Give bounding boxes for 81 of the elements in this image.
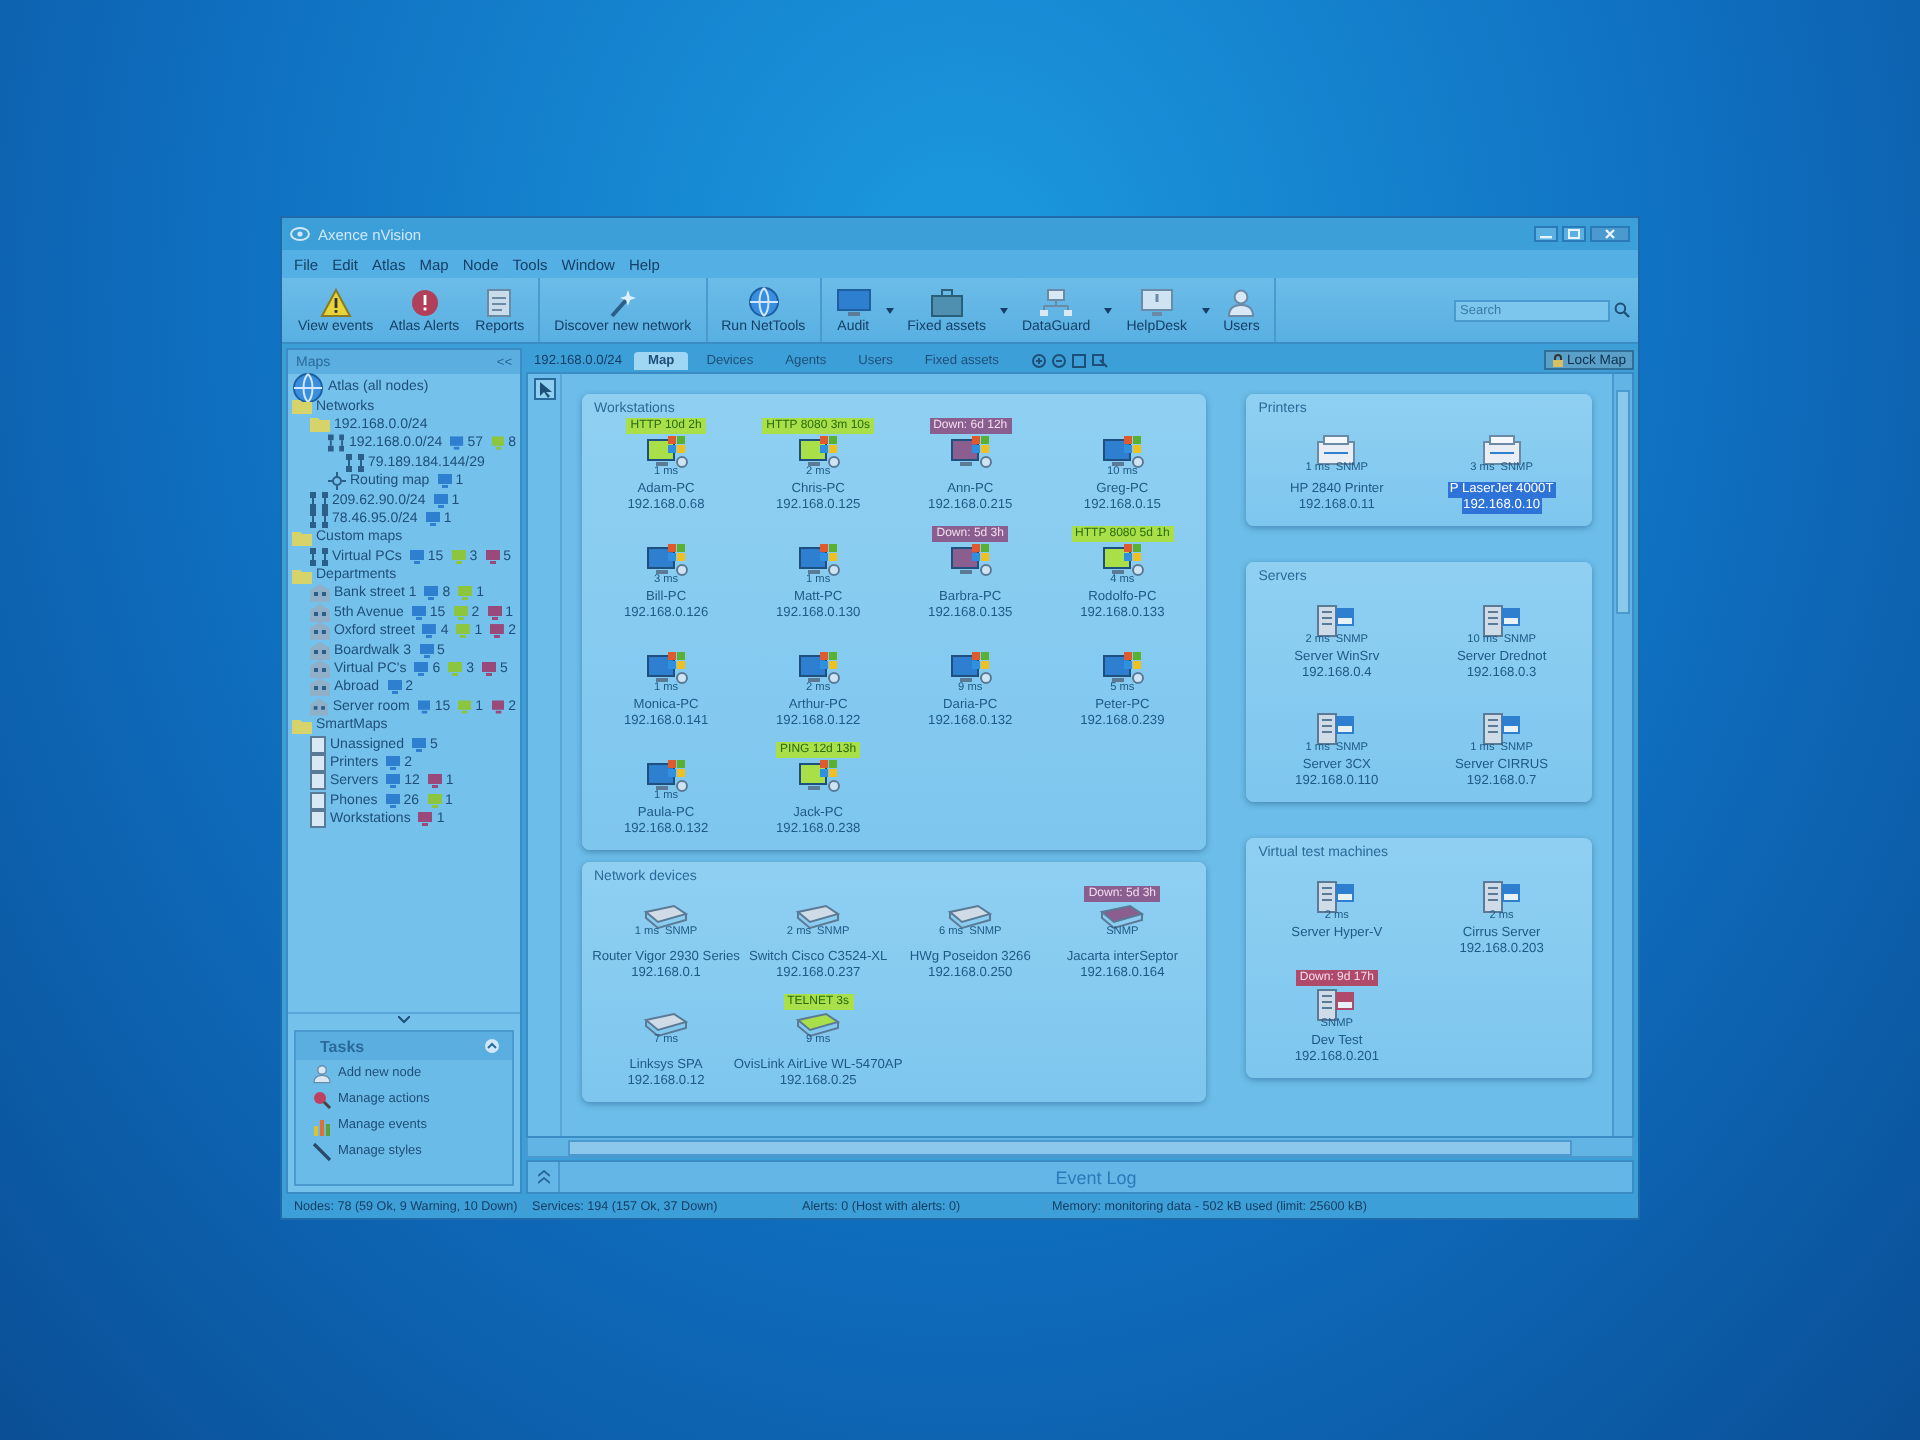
globe-icon	[747, 286, 780, 318]
building-icon	[310, 660, 330, 679]
dropdown-icon[interactable]	[885, 307, 894, 313]
maximize-icon[interactable]	[1562, 226, 1586, 242]
alert-icon	[409, 287, 440, 317]
collapse-icon[interactable]	[484, 1038, 500, 1054]
close-icon[interactable]	[1590, 226, 1630, 242]
server-icon	[1479, 710, 1524, 746]
folder-icon	[292, 567, 312, 584]
routing-icon	[328, 472, 346, 491]
pen-icon	[312, 1141, 332, 1161]
dropdown-icon[interactable]	[1201, 307, 1210, 313]
monitor-icon	[835, 287, 872, 317]
person-icon	[1226, 287, 1257, 317]
cursor-icon	[537, 381, 551, 397]
server-icon	[1314, 986, 1359, 1022]
server-icon	[1314, 710, 1359, 746]
search-icon[interactable]	[1614, 302, 1630, 318]
computer-icon	[794, 650, 843, 686]
computer-icon	[642, 542, 691, 578]
scrollbar-thumb[interactable]	[568, 1139, 1572, 1155]
document-icon	[486, 287, 513, 317]
monitor-icon	[1139, 287, 1174, 317]
computer-icon	[946, 434, 995, 470]
computer-icon	[642, 650, 691, 686]
folder-icon	[292, 529, 312, 546]
zoom-out-icon[interactable]	[1052, 353, 1067, 367]
server-icon	[1314, 602, 1359, 638]
printer-icon	[1314, 434, 1359, 466]
building-icon	[310, 641, 330, 660]
pointer-tool-button[interactable]	[533, 378, 555, 400]
computer-icon	[642, 758, 691, 794]
server-icon	[1479, 878, 1524, 914]
building-icon	[310, 678, 330, 697]
briefcase-icon	[929, 287, 964, 317]
computer-icon	[642, 434, 691, 470]
network-icon	[346, 453, 364, 472]
router-icon	[1098, 902, 1147, 930]
building-icon	[310, 584, 330, 603]
router-icon	[794, 1010, 843, 1038]
network-icon	[310, 509, 328, 528]
server-icon	[1314, 878, 1359, 914]
computer-icon	[794, 542, 843, 578]
magnifier-icon	[312, 1089, 332, 1109]
computer-icon	[946, 542, 995, 578]
computer-icon	[1098, 650, 1147, 686]
fit-icon[interactable]	[1072, 353, 1087, 367]
lock-icon	[1551, 353, 1564, 367]
computer-icon	[946, 650, 995, 686]
layout-icon[interactable]	[1092, 353, 1109, 367]
dropdown-icon[interactable]	[1104, 307, 1113, 313]
building-icon	[310, 622, 330, 641]
scrollbar-thumb[interactable]	[1616, 390, 1630, 614]
computer-icon	[794, 434, 843, 470]
minimize-icon[interactable]	[1534, 226, 1558, 242]
computer-icon	[1098, 434, 1147, 470]
network-icon	[310, 547, 328, 566]
double-chevron-up-icon	[537, 1170, 549, 1184]
zoom-in-icon[interactable]	[1032, 353, 1047, 367]
dropdown-icon[interactable]	[999, 307, 1008, 313]
network-icon	[328, 434, 345, 453]
building-icon	[310, 603, 330, 622]
bar-chart-icon	[312, 1115, 332, 1135]
router-icon	[946, 902, 995, 930]
server-icon	[1479, 602, 1524, 638]
router-icon	[642, 1010, 691, 1038]
panel-title: Tasks	[320, 1037, 365, 1055]
computer-icon	[794, 758, 843, 794]
printer-icon	[1479, 434, 1524, 466]
chevron-down-icon[interactable]	[398, 1016, 410, 1024]
wand-icon	[606, 287, 639, 317]
network-icon	[1038, 287, 1075, 317]
router-icon	[794, 902, 843, 930]
network-icon	[310, 491, 328, 510]
warning-icon	[319, 287, 352, 317]
router-icon	[642, 902, 691, 930]
person-icon	[312, 1063, 332, 1083]
app-icon	[290, 226, 310, 242]
building-icon	[310, 697, 329, 716]
computer-icon	[1098, 542, 1147, 578]
folder-icon	[292, 717, 312, 734]
